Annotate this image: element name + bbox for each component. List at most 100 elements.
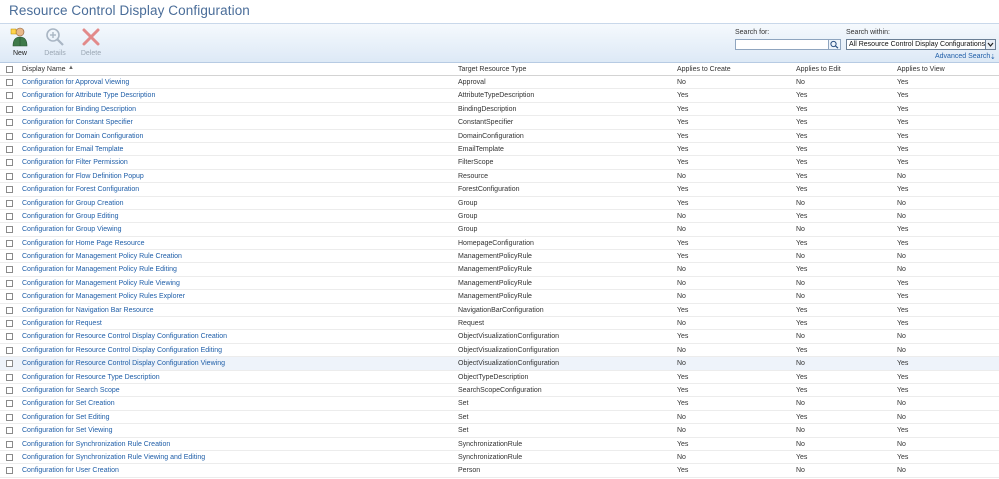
display-name-link[interactable]: Configuration for Set Editing <box>22 414 110 421</box>
row-checkbox[interactable] <box>6 266 13 274</box>
search-input[interactable] <box>735 39 841 50</box>
table-row[interactable]: Configuration for Search Scope SearchScop… <box>0 384 999 398</box>
table-row[interactable]: Configuration for Request Request No Yes Yes <box>0 317 999 331</box>
row-checkbox[interactable] <box>6 306 13 314</box>
display-name-link[interactable]: Configuration for Domain Configuration <box>22 133 143 140</box>
table-row[interactable]: Configuration for Home Page Resource Home… <box>0 237 999 251</box>
table-row[interactable]: Configuration for Management Policy Rule… <box>0 290 999 304</box>
display-name-link[interactable]: Configuration for Synchronization Rule V… <box>22 454 205 461</box>
row-checkbox[interactable] <box>6 279 13 287</box>
table-row[interactable]: Configuration for Domain Configuration Do… <box>0 130 999 143</box>
display-name-link[interactable]: Configuration for Attribute Type Descrip… <box>22 92 155 99</box>
row-checkbox[interactable] <box>6 132 13 140</box>
row-checkbox[interactable] <box>6 453 13 461</box>
table-row[interactable]: Configuration for Group Creation Group Yes… <box>0 197 999 210</box>
display-name-link[interactable]: Configuration for Constant Specifier <box>22 119 133 126</box>
row-checkbox[interactable] <box>6 79 13 86</box>
display-name-link[interactable]: Configuration for Flow Definition Popup <box>22 173 144 180</box>
row-checkbox[interactable] <box>6 239 13 247</box>
display-name-link[interactable]: Configuration for Filter Permission <box>22 159 128 166</box>
row-checkbox[interactable] <box>6 293 13 301</box>
table-row[interactable]: Configuration for Filter Permission Filte… <box>0 156 999 170</box>
table-row[interactable]: Configuration for Management Policy Rule… <box>0 277 999 291</box>
display-name-link[interactable]: Configuration for Group Creation <box>22 200 124 207</box>
row-checkbox[interactable] <box>6 440 13 448</box>
display-name-link[interactable]: Configuration for Group Viewing <box>22 226 121 233</box>
display-name-link[interactable]: Configuration for Set Creation <box>22 400 115 407</box>
display-name-link[interactable]: Configuration for Home Page Resource <box>22 240 145 247</box>
row-checkbox[interactable] <box>6 346 13 354</box>
row-checkbox[interactable] <box>6 226 13 234</box>
row-checkbox[interactable] <box>6 92 13 100</box>
table-row[interactable]: Configuration for Synchronization Rule V… <box>0 451 999 465</box>
row-checkbox[interactable] <box>6 253 13 261</box>
search-button[interactable] <box>828 39 841 50</box>
display-name-link[interactable]: Configuration for Resource Control Displ… <box>22 333 227 340</box>
new-button[interactable]: New <box>3 25 37 61</box>
display-name-link[interactable]: Configuration for Resource Control Displ… <box>22 347 222 354</box>
display-name-link[interactable]: Configuration for Binding Description <box>22 106 136 113</box>
display-name-link[interactable]: Configuration for Synchronization Rule C… <box>22 441 170 448</box>
row-checkbox[interactable] <box>6 333 13 341</box>
table-row[interactable]: Configuration for Attribute Type Descrip… <box>0 89 999 103</box>
delete-button[interactable]: Delete <box>74 25 108 61</box>
display-name-link[interactable]: Configuration for Group Editing <box>22 213 119 220</box>
table-row[interactable]: Configuration for Flow Definition Popup R… <box>0 170 999 184</box>
column-header-applies-to-edit[interactable]: Applies to Edit <box>796 66 841 73</box>
row-checkbox[interactable] <box>6 320 13 328</box>
row-checkbox[interactable] <box>6 199 13 207</box>
display-name-link[interactable]: Configuration for Set Viewing <box>22 427 113 434</box>
details-button[interactable]: Details <box>38 25 72 61</box>
table-row[interactable]: Configuration for Set Editing Set No Yes No <box>0 411 999 425</box>
display-name-link[interactable]: Configuration for Management Policy Rule… <box>22 293 185 300</box>
display-name-link[interactable]: Configuration for Approval Viewing <box>22 79 129 86</box>
display-name-link[interactable]: Configuration for Resource Type Descript… <box>22 374 160 381</box>
row-checkbox[interactable] <box>6 186 13 194</box>
search-within-select[interactable]: All Resource Control Display Configurati… <box>846 39 996 50</box>
table-row[interactable]: Configuration for Navigation Bar Resourc… <box>0 304 999 318</box>
row-checkbox[interactable] <box>6 467 13 475</box>
table-row[interactable]: Configuration for Constant Specifier Cons… <box>0 116 999 130</box>
table-row[interactable]: Configuration for Resource Control Displ… <box>0 357 999 371</box>
table-row[interactable]: Configuration for Resource Control Displ… <box>0 344 999 358</box>
table-row[interactable]: Configuration for Management Policy Rule… <box>0 250 999 264</box>
row-checkbox[interactable] <box>6 386 13 394</box>
row-checkbox[interactable] <box>6 105 13 113</box>
table-row[interactable]: Configuration for Group Viewing Group No No… <box>0 223 999 237</box>
table-row[interactable]: Configuration for Group Editing Group No Ye… <box>0 210 999 224</box>
display-name-link[interactable]: Configuration for Request <box>22 320 102 327</box>
double-chevron-down-icon[interactable]: ⇣ <box>990 53 996 61</box>
column-header-target-resource-type[interactable]: Target Resource Type <box>458 66 526 73</box>
row-checkbox[interactable] <box>6 145 13 153</box>
display-name-link[interactable]: Configuration for Forest Configuration <box>22 186 139 193</box>
table-row[interactable]: Configuration for Binding Description Bin… <box>0 103 999 117</box>
row-checkbox[interactable] <box>6 159 13 167</box>
display-name-link[interactable]: Configuration for Management Policy Rule… <box>22 253 182 260</box>
row-checkbox[interactable] <box>6 360 13 368</box>
row-checkbox[interactable] <box>6 400 13 408</box>
column-header-applies-to-create[interactable]: Applies to Create <box>677 66 731 73</box>
table-row[interactable]: Configuration for Forest Configuration Fo… <box>0 183 999 197</box>
advanced-search-link[interactable]: Advanced Search <box>935 53 990 60</box>
table-row[interactable]: Configuration for Set Creation Set Yes No No <box>0 397 999 411</box>
table-row[interactable]: Configuration for Resource Control Displ… <box>0 330 999 344</box>
table-row[interactable]: Configuration for Set Viewing Set No No Yes <box>0 424 999 438</box>
select-all-checkbox[interactable] <box>6 66 13 73</box>
row-checkbox[interactable] <box>6 172 13 180</box>
display-name-link[interactable]: Configuration for Navigation Bar Resourc… <box>22 307 154 314</box>
display-name-link[interactable]: Configuration for User Creation <box>22 467 119 474</box>
table-row[interactable]: Configuration for User Creation Person Yes… <box>0 464 999 478</box>
row-checkbox[interactable] <box>6 373 13 381</box>
table-row[interactable]: Configuration for Approval Viewing Approv… <box>0 76 999 90</box>
table-row[interactable]: Configuration for Email Template EmailTem… <box>0 143 999 157</box>
table-row[interactable]: Configuration for Resource Type Descript… <box>0 371 999 384</box>
column-header-applies-to-view[interactable]: Applies to View <box>897 66 945 73</box>
display-name-link[interactable]: Configuration for Search Scope <box>22 387 120 394</box>
display-name-link[interactable]: Configuration for Management Policy Rule… <box>22 266 177 273</box>
table-row[interactable]: Configuration for Management Policy Rule… <box>0 263 999 277</box>
row-checkbox[interactable] <box>6 119 13 127</box>
row-checkbox[interactable] <box>6 427 13 435</box>
display-name-link[interactable]: Configuration for Resource Control Displ… <box>22 360 225 367</box>
row-checkbox[interactable] <box>6 413 13 421</box>
table-row[interactable]: Configuration for Synchronization Rule C… <box>0 438 999 451</box>
